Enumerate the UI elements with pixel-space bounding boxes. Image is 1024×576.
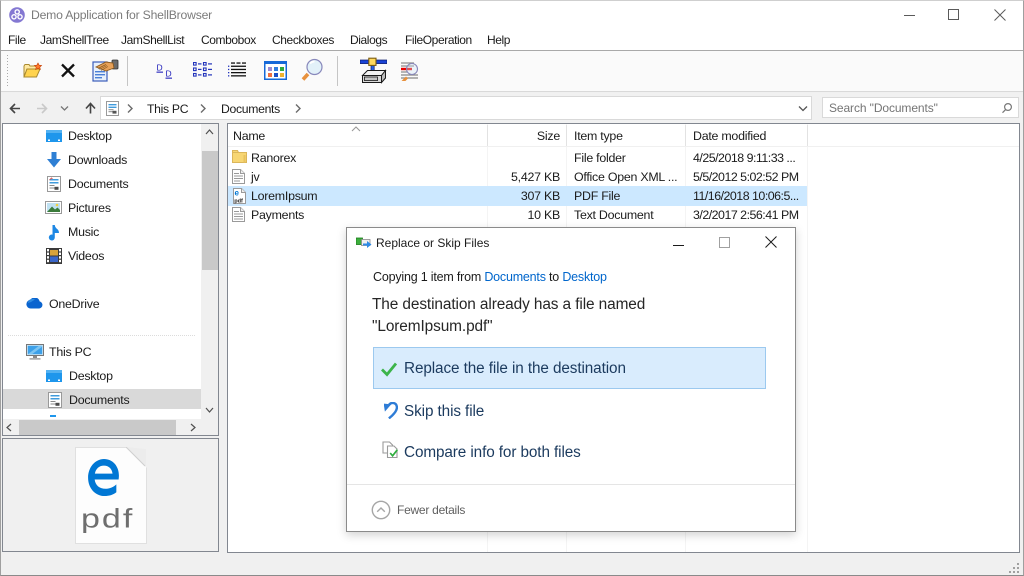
svg-text:pdf: pdf xyxy=(234,198,243,204)
svg-text:D: D xyxy=(157,63,163,73)
svg-text:D: D xyxy=(166,69,172,79)
svg-text:e: e xyxy=(235,189,240,198)
